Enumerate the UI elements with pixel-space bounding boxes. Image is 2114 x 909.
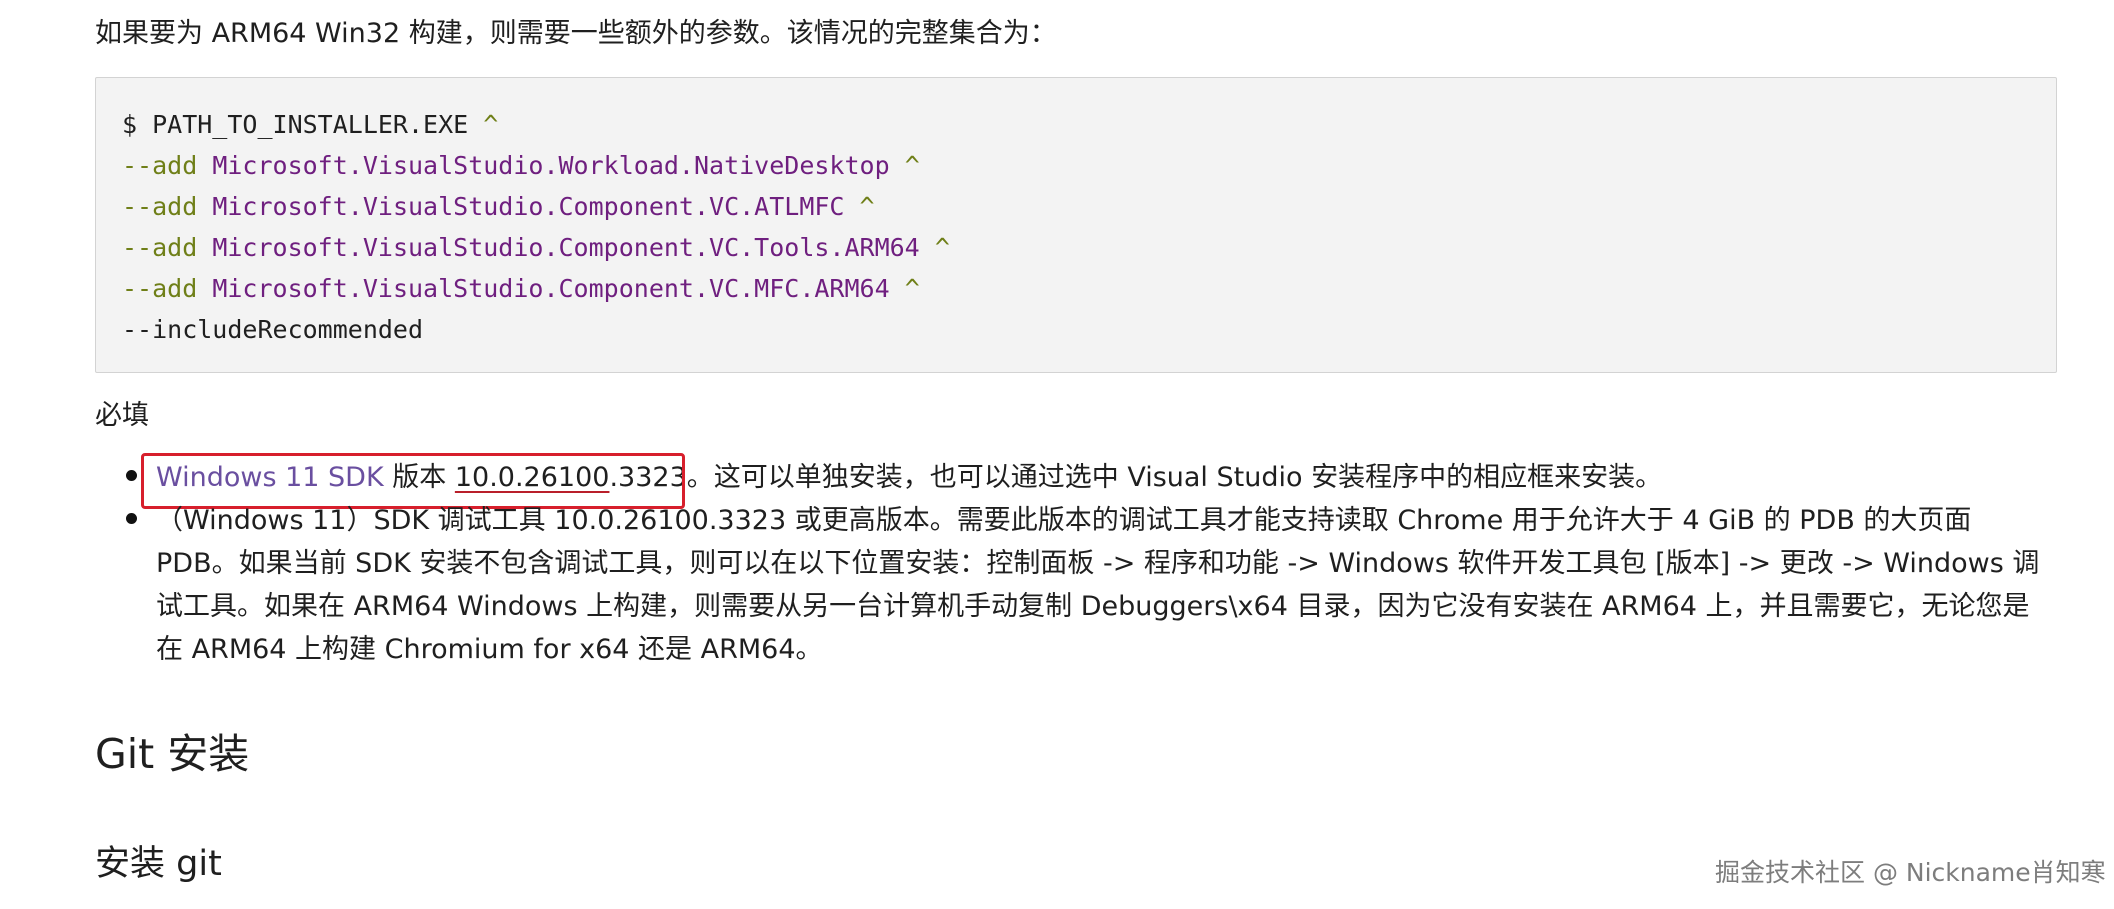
version-prefix-text: 版本 <box>383 462 455 493</box>
code-block[interactable]: $ PATH_TO_INSTALLER.EXE ^ --add Microsof… <box>95 77 2057 373</box>
code-line-1: $ PATH_TO_INSTALLER.EXE ^ <box>122 104 2056 145</box>
sdk-version-suffix: .3323。 <box>609 462 714 493</box>
intro-paragraph: 如果要为 ARM64 Win32 构建，则需要一些额外的参数。该情况的完整集合为… <box>95 18 1057 49</box>
debugging-tools-text: （Windows 11）SDK 调试工具 10.0.26100.3323 或更高… <box>156 505 2040 665</box>
code-flag: --add <box>122 274 198 303</box>
requirements-list: Windows 11 SDK 版本 10.0.26100.3323。 这可以单独… <box>95 453 2060 671</box>
windows-sdk-link[interactable]: Windows 11 SDK <box>156 462 384 493</box>
code-flag: --add <box>122 233 198 262</box>
code-package: Microsoft.VisualStudio.Workload.NativeDe… <box>212 151 890 180</box>
code-caret: ^ <box>859 192 875 221</box>
code-package: Microsoft.VisualStudio.Component.VC.Tool… <box>212 233 920 262</box>
list-item: （Windows 11）SDK 调试工具 10.0.26100.3323 或更高… <box>95 499 2060 671</box>
item1-rest-text: 这可以单独安装，也可以通过选中 Visual Studio 安装程序中的相应框来… <box>713 462 1663 493</box>
code-flag: --add <box>122 151 198 180</box>
code-line-6: --includeRecommended <box>122 309 2056 350</box>
required-label: 必填 <box>95 400 149 431</box>
code-caret: ^ <box>934 233 950 262</box>
bullet-icon <box>126 470 137 481</box>
code-flag: --includeRecommended <box>122 315 424 344</box>
heading-install-git: 安装 git <box>95 844 222 884</box>
code-line-5: --add Microsoft.VisualStudio.Component.V… <box>122 268 2056 309</box>
sdk-version-underlined: 10.0.26100 <box>454 462 610 493</box>
bullet-icon <box>126 513 137 524</box>
code-command: $ PATH_TO_INSTALLER.EXE <box>122 110 469 139</box>
code-caret: ^ <box>904 274 920 303</box>
highlighted-sdk-version: Windows 11 SDK 版本 10.0.26100.3323。 <box>141 453 714 509</box>
code-caret: ^ <box>904 151 920 180</box>
watermark: 掘金技术社区 @ Nickname肖知寒 <box>1715 858 2106 887</box>
heading-git-install: Git 安装 <box>95 730 250 778</box>
code-flag: --add <box>122 192 198 221</box>
code-line-4: --add Microsoft.VisualStudio.Component.V… <box>122 227 2056 268</box>
code-line-3: --add Microsoft.VisualStudio.Component.V… <box>122 186 2056 227</box>
code-package: Microsoft.VisualStudio.Component.VC.MFC.… <box>212 274 890 303</box>
code-line-2: --add Microsoft.VisualStudio.Workload.Na… <box>122 145 2056 186</box>
code-package: Microsoft.VisualStudio.Component.VC.ATLM… <box>212 192 845 221</box>
list-item: Windows 11 SDK 版本 10.0.26100.3323。 这可以单独… <box>95 453 2060 509</box>
code-caret: ^ <box>483 110 499 139</box>
